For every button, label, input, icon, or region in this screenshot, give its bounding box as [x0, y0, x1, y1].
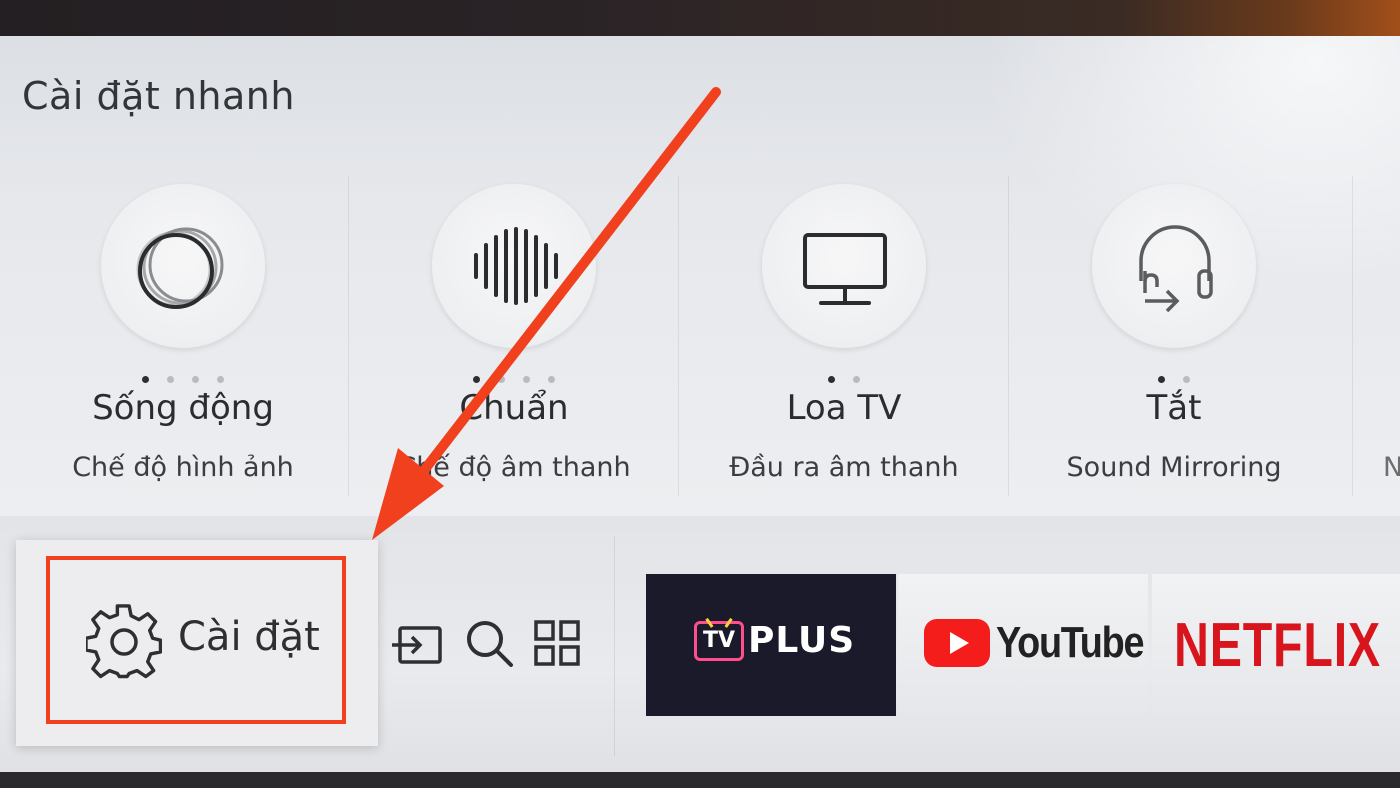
- tile-value: Chuẩn: [459, 388, 569, 428]
- tile-label: Chế độ âm thanh: [397, 452, 631, 483]
- option-dot: [142, 376, 149, 383]
- option-indicator: [349, 368, 679, 383]
- tv-bottom-edge: [0, 772, 1400, 788]
- option-dot: [523, 376, 530, 383]
- bar-divider: [614, 536, 615, 756]
- app-tile-netflix[interactable]: NETFLIX: [1152, 574, 1400, 716]
- tile-sound-mirroring[interactable]: Tắt Sound Mirroring: [1008, 176, 1339, 496]
- smart-hub-bar: Cài đặt TV PLUS YouTube NETFLIX: [0, 516, 1400, 772]
- option-dot: [1158, 376, 1165, 383]
- gear-icon: [86, 604, 162, 679]
- option-indicator: [679, 368, 1009, 383]
- option-dot: [192, 376, 199, 383]
- app-tile-tvplus[interactable]: TV PLUS: [646, 574, 896, 716]
- tvplus-text: PLUS: [748, 620, 856, 661]
- youtube-wordmark: YouTube: [996, 618, 1144, 667]
- tile-value: Tắt: [1146, 388, 1202, 428]
- option-dot: [853, 376, 860, 383]
- option-dot: [1183, 376, 1190, 383]
- picture-mode-icon: [101, 184, 265, 348]
- tile-label: Chế độ hình ảnh: [72, 452, 294, 483]
- option-indicator: [1009, 368, 1339, 383]
- option-dot: [498, 376, 505, 383]
- tile-next-partial[interactable]: N: [1352, 176, 1400, 496]
- tile-sound-output[interactable]: Loa TV Đầu ra âm thanh: [678, 176, 1009, 496]
- tile-label: Đầu ra âm thanh: [729, 452, 959, 483]
- tile-value: Sống động: [92, 388, 274, 428]
- app-tile-youtube[interactable]: YouTube: [898, 574, 1148, 716]
- option-dot: [548, 376, 555, 383]
- source-input-icon[interactable]: [390, 618, 444, 672]
- headphone-mirroring-icon: [1092, 184, 1256, 348]
- youtube-play-icon: [924, 619, 990, 667]
- tile-sound-mode[interactable]: Chuẩn Chế độ âm thanh: [348, 176, 679, 496]
- quick-settings-panel: Cài đặt nhanh Sống động Chế độ hình ảnh: [0, 36, 1400, 516]
- option-dot: [473, 376, 480, 383]
- settings-button[interactable]: Cài đặt: [16, 540, 378, 746]
- tv-top-edge: [0, 0, 1400, 36]
- tile-label: Sound Mirroring: [1066, 452, 1282, 483]
- quick-settings-title: Cài đặt nhanh: [22, 74, 295, 118]
- tv-icon: [762, 184, 926, 348]
- tile-picture-mode[interactable]: Sống động Chế độ hình ảnh: [18, 176, 348, 496]
- search-icon[interactable]: [462, 616, 516, 670]
- settings-label: Cài đặt: [178, 614, 320, 660]
- netflix-wordmark: NETFLIX: [1174, 611, 1381, 680]
- tvplus-logo: TV PLUS: [694, 620, 855, 661]
- tile-value: Loa TV: [786, 388, 902, 428]
- option-dot: [828, 376, 835, 383]
- youtube-logo: YouTube: [924, 618, 1167, 668]
- quick-settings-tiles: Sống động Chế độ hình ảnh Chuẩn Chế độ â…: [0, 176, 1400, 516]
- tile-label: N: [1383, 452, 1400, 483]
- option-dot: [217, 376, 224, 383]
- apps-grid-icon[interactable]: [530, 616, 584, 670]
- tvplus-badge: TV: [694, 620, 744, 661]
- sound-wave-icon: [432, 184, 596, 348]
- option-dot: [167, 376, 174, 383]
- option-indicator: [18, 368, 348, 383]
